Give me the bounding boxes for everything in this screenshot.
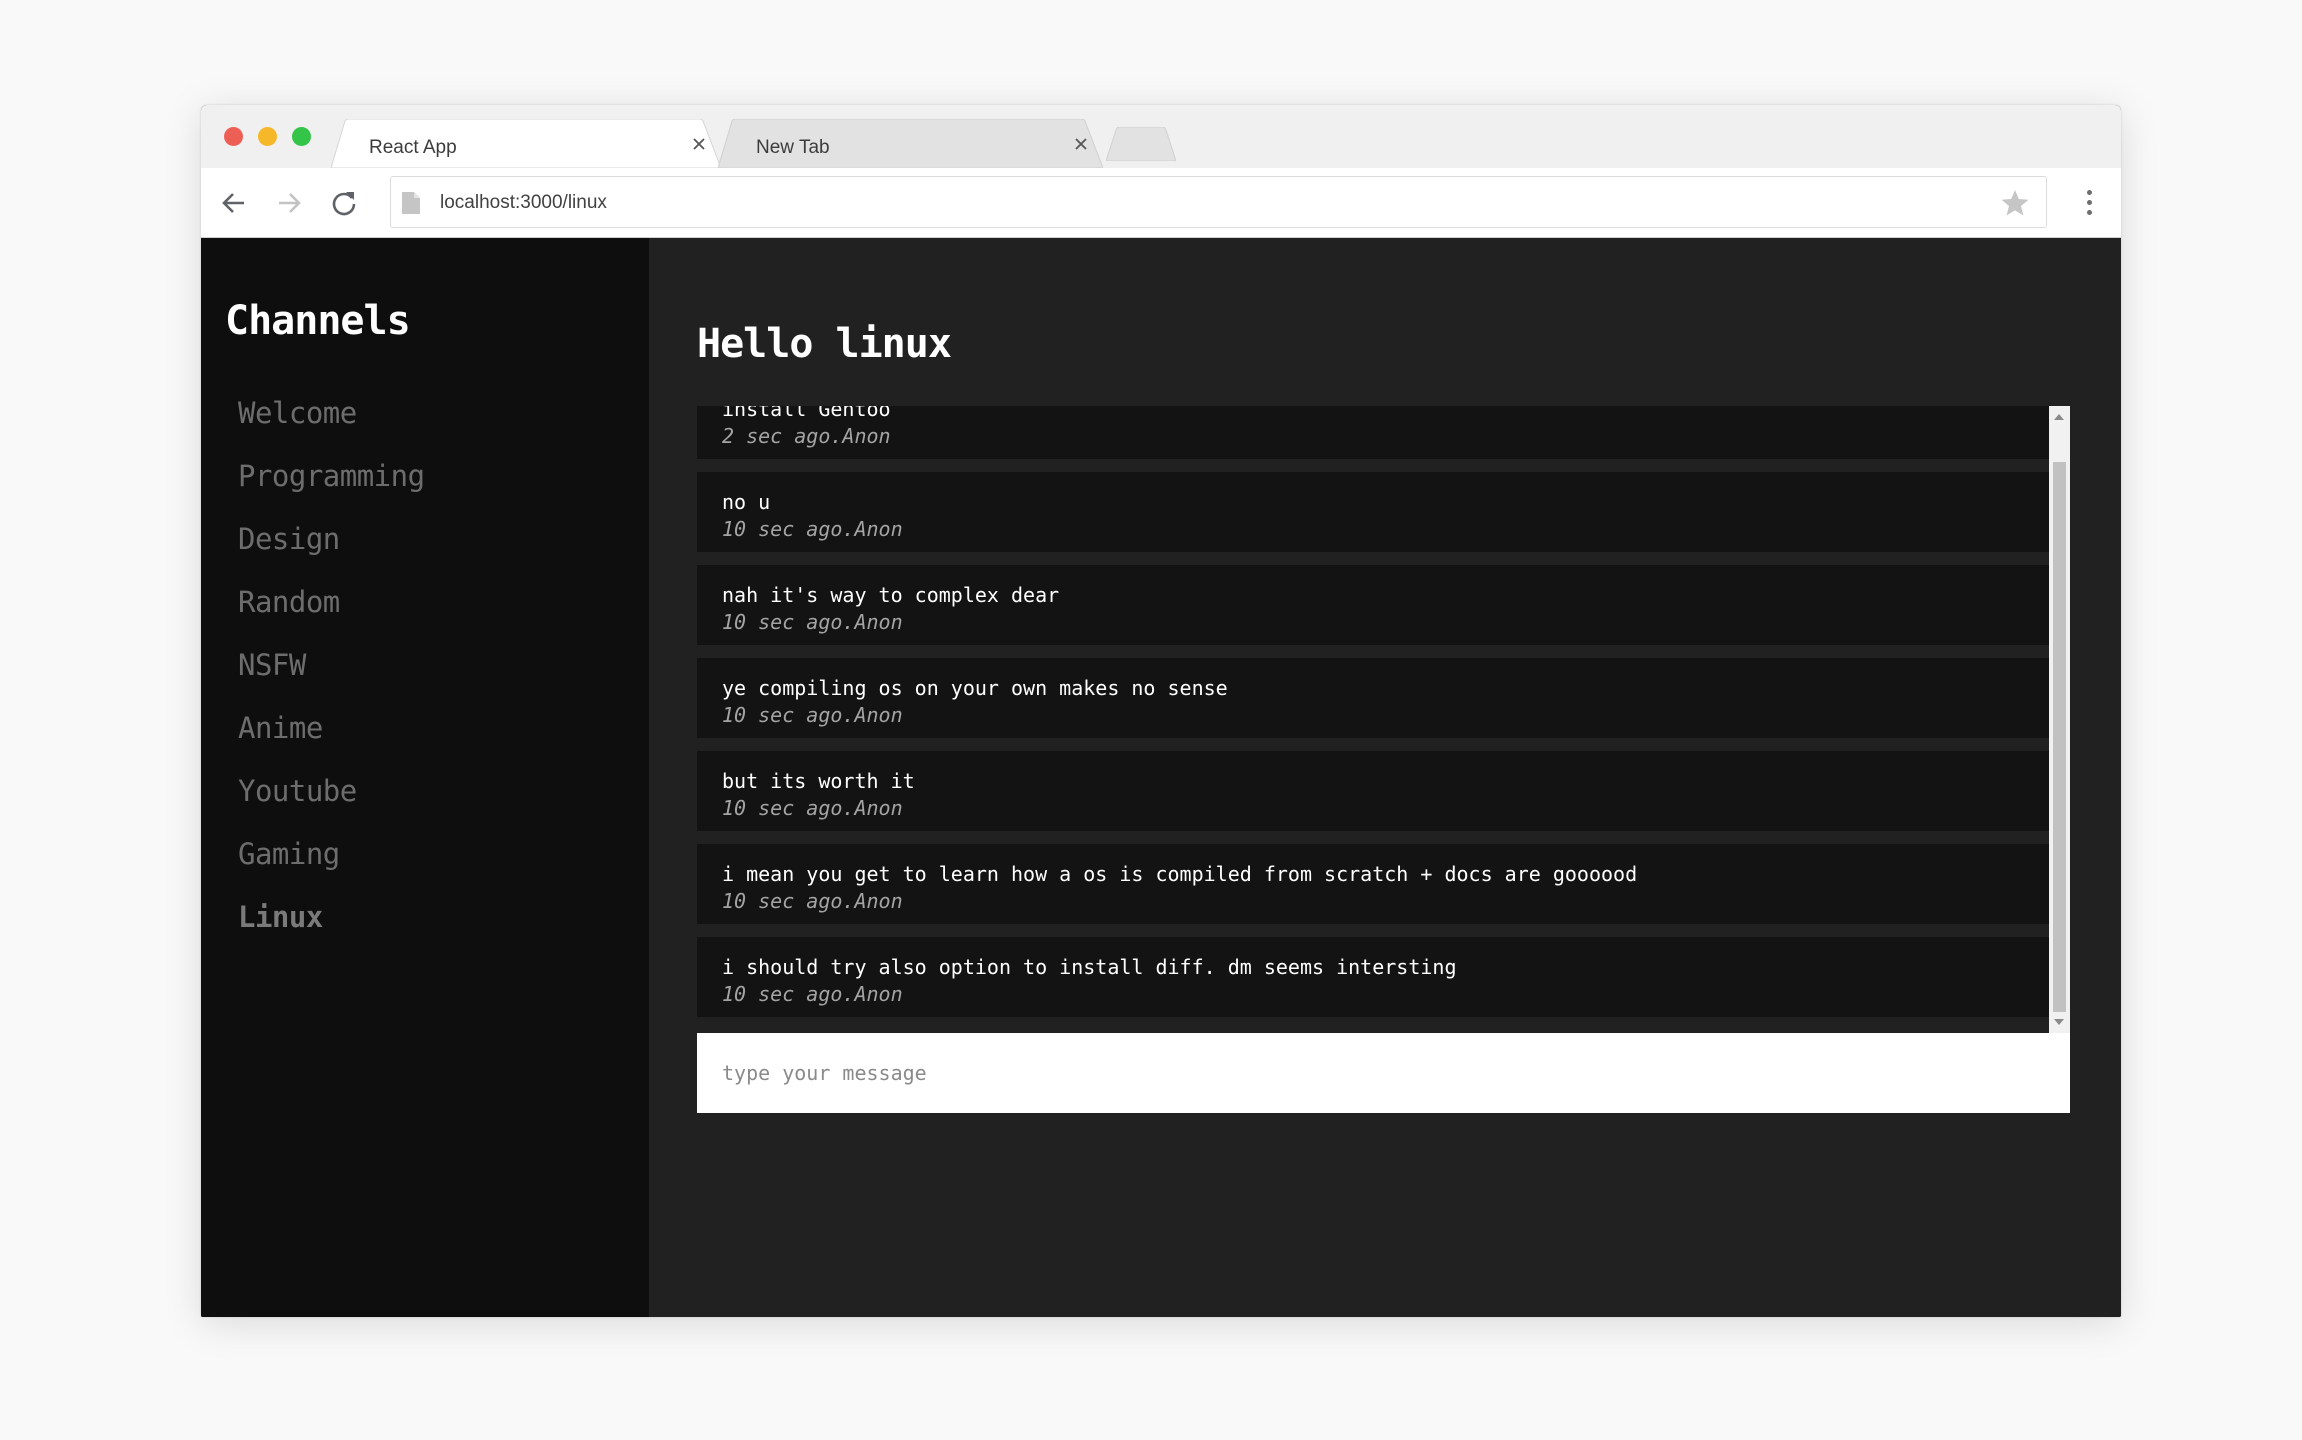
close-tab-icon[interactable] [691,136,707,152]
message-item: ye compiling os on your own makes no sen… [697,658,2049,738]
channel-list: Welcome Programming Design Random NSFW A… [238,396,425,963]
message-text: but its worth it [722,769,915,793]
message-input[interactable] [697,1033,2070,1113]
url-text: localhost:3000/linux [440,192,607,213]
browser-window: React App New Tab localhost:3000/linux C… [201,105,2121,1317]
scroll-down-arrow-icon[interactable] [2054,1019,2064,1025]
scrollbar-thumb[interactable] [2053,462,2066,1012]
page-icon [402,192,420,214]
new-tab-button[interactable] [1106,127,1176,161]
channel-programming[interactable]: Programming [238,459,425,522]
sidebar: Channels Welcome Programming Design Rand… [201,238,649,1317]
channel-welcome[interactable]: Welcome [238,396,425,459]
message-text: i mean you get to learn how a os is comp… [722,862,1638,886]
chat-app: Channels Welcome Programming Design Rand… [201,238,2121,1317]
message-item: i mean you get to learn how a os is comp… [697,844,2049,924]
maximize-window-button[interactable] [292,127,311,146]
back-arrow-icon[interactable] [220,189,248,217]
browser-menu-icon[interactable] [2085,190,2093,218]
minimize-window-button[interactable] [258,127,277,146]
message-list[interactable]: install Gentoo 2 sec ago.Anon no u 10 se… [697,406,2070,1033]
message-meta: 10 sec ago.Anon [722,517,903,541]
scroll-up-arrow-icon[interactable] [2054,414,2064,420]
browser-toolbar: localhost:3000/linux [201,168,2121,238]
message-text: i should try also option to install diff… [722,955,1457,979]
channel-design[interactable]: Design [238,522,425,585]
message-meta: 10 sec ago.Anon [722,703,903,727]
reload-icon[interactable] [330,189,358,217]
message-item: nah it's way to complex dear 10 sec ago.… [697,565,2049,645]
chat-main: Hello linux install Gentoo 2 sec ago.Ano… [649,238,2121,1317]
message-item: but its worth it 10 sec ago.Anon [697,751,2049,831]
channel-random[interactable]: Random [238,585,425,648]
message-meta: 10 sec ago.Anon [722,889,903,913]
channel-heading: Hello linux [697,321,952,367]
message-text: nah it's way to complex dear [722,583,1060,607]
message-meta: 10 sec ago.Anon [722,796,903,820]
message-scrollbar[interactable] [2049,406,2070,1033]
tab-react-app[interactable]: React App [331,119,721,168]
tab-title: React App [369,137,457,158]
message-text: no u [722,490,771,514]
message-item: i should try also option to install diff… [697,937,2049,1017]
channel-anime[interactable]: Anime [238,711,425,774]
message-item: no u 10 sec ago.Anon [697,472,2049,552]
tab-new-tab[interactable]: New Tab [718,119,1103,168]
message-text: install Gentoo [722,406,891,421]
forward-arrow-icon[interactable] [275,189,303,217]
sidebar-title: Channels [225,298,411,344]
channel-youtube[interactable]: Youtube [238,774,425,837]
message-item: install Gentoo 2 sec ago.Anon [697,406,2049,459]
message-meta: 10 sec ago.Anon [722,982,903,1006]
channel-nsfw[interactable]: NSFW [238,648,425,711]
channel-linux[interactable]: Linux [238,900,425,963]
tab-title: New Tab [756,137,830,158]
close-tab-icon[interactable] [1073,136,1089,152]
tab-strip: React App New Tab [201,105,2121,168]
address-bar[interactable]: localhost:3000/linux [390,176,2047,228]
message-meta: 10 sec ago.Anon [722,610,903,634]
channel-gaming[interactable]: Gaming [238,837,425,900]
message-meta: 2 sec ago.Anon [722,424,891,448]
bookmark-star-icon[interactable] [2000,188,2030,218]
message-text: ye compiling os on your own makes no sen… [722,676,1228,700]
close-window-button[interactable] [224,127,243,146]
